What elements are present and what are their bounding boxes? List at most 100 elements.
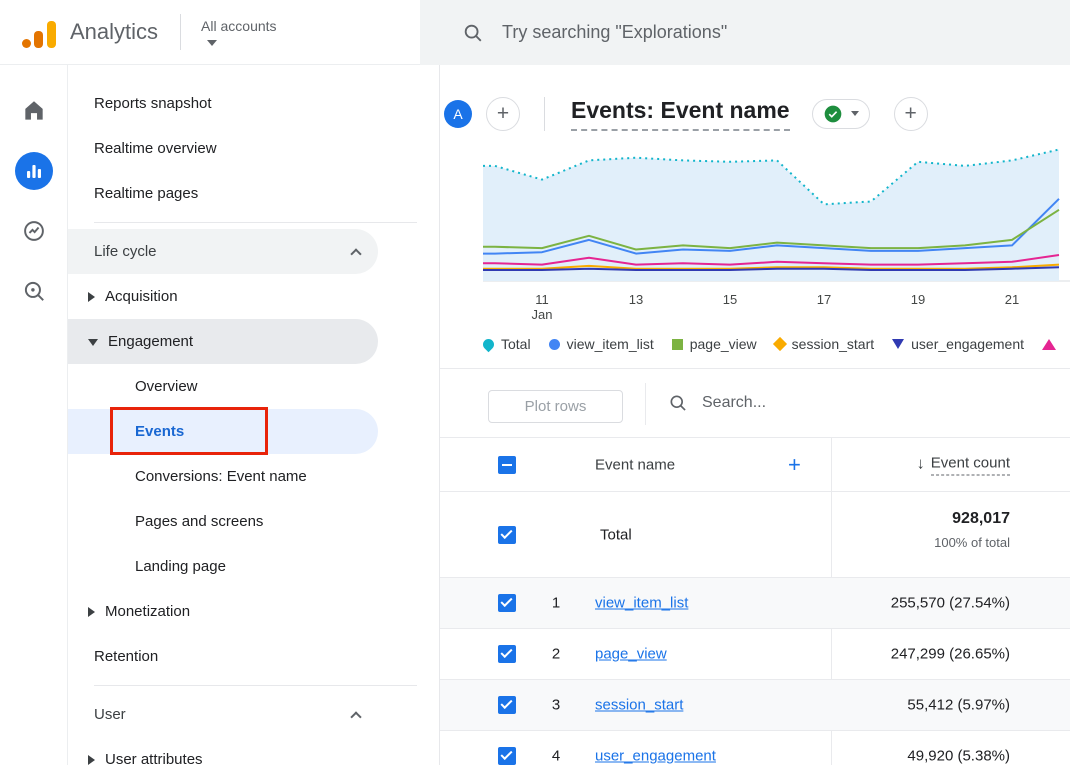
report-header: A + Events: Event name + [440,85,1070,142]
row-checkbox[interactable] [498,526,516,544]
sidebar-item-retention[interactable]: Retention [68,634,439,679]
event-name-link[interactable]: view_item_list [595,595,688,612]
triangle-down-swatch-icon [892,339,904,349]
row-checkbox[interactable] [498,696,516,714]
legend-item-user-engagement[interactable]: user_engagement [892,336,1024,352]
sidebar-section-user[interactable]: User [68,692,378,737]
chevron-right-icon [88,292,95,302]
legend-item-page-view[interactable]: page_view [672,336,757,352]
analytics-logo-icon [22,16,56,48]
chevron-down-icon [851,111,859,116]
sidebar-item-monetization[interactable]: Monetization [68,589,439,634]
search-icon [462,22,484,44]
chevron-down-icon [88,339,98,346]
report-status-badge[interactable] [812,99,870,129]
x-tick: 19 [911,292,925,307]
event-name-link[interactable]: page_view [595,646,667,663]
item-label: Acquisition [105,288,178,305]
total-count-share: 100% of total [934,535,1010,550]
table-header-row: Event name + ↓ Event count [440,438,1070,492]
row-checkbox[interactable] [498,594,516,612]
event-name-link[interactable]: user_engagement [595,748,716,765]
event-name-column-header[interactable]: Event name [595,456,675,473]
event-count-value: 247,299 (26.65%) [891,646,1010,663]
global-search-bar[interactable] [420,0,1070,65]
sidebar-divider [94,685,417,686]
x-tick: 13 [629,292,643,307]
sidebar-item-landing-page[interactable]: Landing page [68,544,439,589]
row-number: 4 [545,748,567,765]
sidebar-section-life-cycle[interactable]: Life cycle [68,229,378,274]
total-label: Total [600,526,632,543]
table-row: 3 session_start 55,412 (5.97%) [440,680,1070,731]
reports-active-indicator [15,152,53,190]
select-all-checkbox[interactable] [498,456,516,474]
legend-item-total[interactable]: Total [483,336,531,352]
chevron-up-icon [350,248,361,259]
x-tick: 17 [817,292,831,307]
sidebar-item-overview[interactable]: Overview [68,364,439,409]
nav-icon-rail [0,65,68,765]
legend-item-view-item-list[interactable]: view_item_list [549,336,654,352]
chevron-right-icon [88,755,95,765]
header-separator [544,97,545,131]
add-report-tab-button[interactable]: + [894,97,928,131]
table-controls: Plot rows [440,369,1070,438]
diamond-swatch-icon [773,337,787,351]
sidebar-item-realtime-overview[interactable]: Realtime overview [68,126,439,171]
event-count-value: 255,570 (27.54%) [891,595,1010,612]
legend-item-partial[interactable] [1042,339,1063,350]
home-icon[interactable] [14,91,54,131]
sidebar-item-reports-snapshot[interactable]: Reports snapshot [68,81,439,126]
advertising-icon[interactable] [14,271,54,311]
legend-item-session-start[interactable]: session_start [775,336,874,352]
reports-sidebar: Reports snapshot Realtime overview Realt… [68,65,440,765]
add-comparison-button[interactable]: + [486,97,520,131]
sidebar-item-events-selected[interactable]: Events [68,409,378,454]
sidebar-item-user-attributes[interactable]: User attributes [68,737,439,765]
event-name-link[interactable]: session_start [595,697,683,714]
avatar[interactable]: A [444,100,472,128]
events-over-time-chart[interactable] [440,142,1070,292]
item-label: Monetization [105,603,190,620]
account-switcher[interactable]: All accounts [201,18,276,46]
sidebar-item-pages-and-screens[interactable]: Pages and screens [68,499,439,544]
search-icon [668,393,688,413]
sidebar-item-acquisition[interactable]: Acquisition [68,274,439,319]
sort-descending-icon[interactable]: ↓ [917,456,925,474]
google-analytics-logo[interactable]: Analytics [22,16,158,48]
row-number: 3 [545,697,567,714]
section-label: Life cycle [94,243,157,260]
plot-rows-button[interactable]: Plot rows [488,390,623,423]
event-count-value: 55,412 (5.97%) [907,697,1010,714]
chevron-down-icon [207,40,217,46]
square-swatch-icon [672,339,683,350]
page-title[interactable]: Events: Event name [571,97,790,131]
chart-legend: Total view_item_list page_view session_s… [483,331,1070,357]
controls-divider [645,383,646,425]
column-header-label[interactable]: Event count [931,454,1010,475]
sidebar-item-realtime-pages[interactable]: Realtime pages [68,171,439,216]
header-divider [180,14,181,50]
x-tick: 21 [1005,292,1019,307]
row-number: 1 [545,595,567,612]
table-row: 4 user_engagement 49,920 (5.38%) [440,731,1070,765]
row-checkbox[interactable] [498,645,516,663]
table-search-input[interactable] [702,394,982,412]
add-column-button[interactable]: + [788,452,801,478]
top-header: Analytics All accounts [0,0,1070,65]
total-count-value: 928,017 [934,510,1010,528]
item-label: Engagement [108,333,193,350]
table-row: 2 page_view 247,299 (26.65%) [440,629,1070,680]
row-checkbox[interactable] [498,747,516,765]
table-search[interactable] [668,369,982,437]
chevron-right-icon [88,607,95,617]
reports-icon[interactable] [14,151,54,191]
table-total-row: Total 928,017 100% of total [440,492,1070,578]
chart-x-axis: 11Jan 13 15 17 19 21 [440,292,1070,328]
explore-icon[interactable] [14,211,54,251]
event-count-value: 49,920 (5.38%) [907,748,1010,765]
sidebar-item-engagement[interactable]: Engagement [68,319,378,364]
sidebar-item-conversions-event-name[interactable]: Conversions: Event name [68,454,439,499]
global-search-input[interactable] [502,22,1002,43]
